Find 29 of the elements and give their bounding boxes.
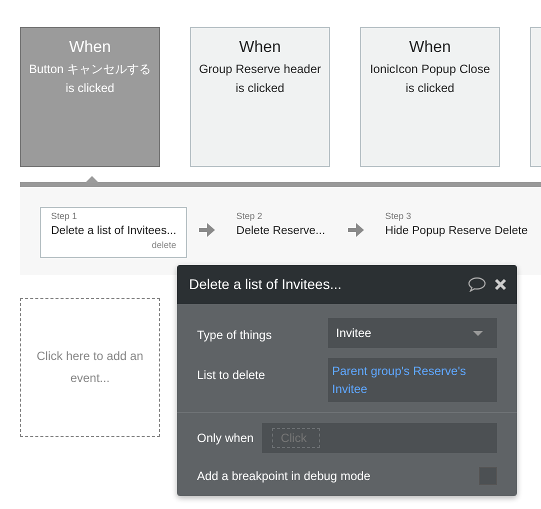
step-action: Delete a list of Invitees... (51, 224, 176, 238)
event-trigger: is clicked (404, 80, 456, 96)
popup-title: Delete a list of Invitees... (189, 275, 343, 294)
step-label: Step 3 (385, 210, 412, 223)
field-label: List to delete (197, 367, 266, 384)
step-item[interactable]: Step 3 Hide Popup Reserve Delete (374, 207, 539, 244)
step-item[interactable]: Step 1 Delete a list of Invitees... delete (40, 207, 188, 258)
event-card[interactable]: When Group Reserve header is clicked (190, 27, 330, 167)
step-item[interactable]: Step 2 Delete Reserve... (225, 207, 336, 244)
event-description: Group Reserve header (198, 60, 322, 78)
type-dropdown[interactable]: Invitee (328, 318, 497, 348)
step-action: Delete Reserve... (236, 224, 326, 238)
event-title: When (408, 38, 452, 58)
delete-link[interactable]: delete (51, 239, 176, 253)
dropdown-value: Invitee (336, 325, 372, 342)
step-label: Step 1 (51, 210, 78, 223)
event-description: IonicIcon Popup Close (368, 60, 492, 78)
add-event-placeholder[interactable]: Click here to add an event... (20, 298, 160, 437)
step-label: Step 2 (236, 210, 264, 223)
field-label: Type of things (197, 327, 273, 344)
event-title: When (68, 38, 112, 58)
event-trigger: is clicked (64, 80, 116, 96)
event-title: When (238, 38, 282, 58)
step-action: Hide Popup Reserve Delete (385, 224, 528, 238)
field-label: Add a breakpoint in debug mode (197, 468, 370, 485)
event-trigger: is clicked (234, 80, 286, 96)
event-card[interactable]: When IonicIcon Popup Close is clicked (360, 27, 500, 167)
event-description: Button キャンセルする (28, 60, 152, 78)
field-label: Only when (197, 430, 254, 447)
